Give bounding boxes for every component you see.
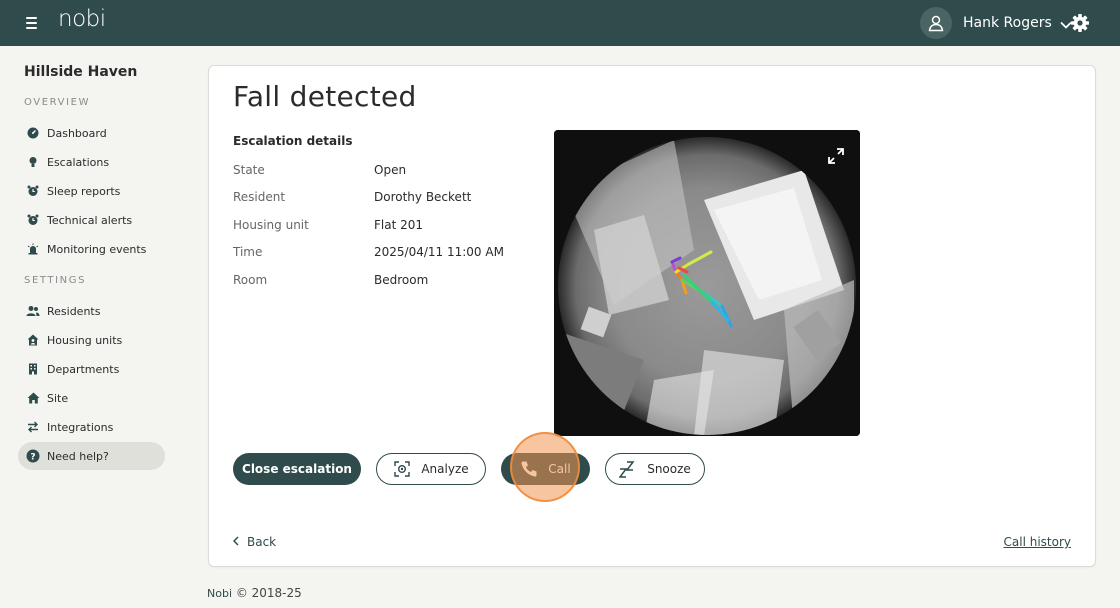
sidebar-item-residents[interactable]: Residents <box>18 297 165 325</box>
footer: Nobi © 2018-25 <box>207 586 302 600</box>
sidebar-item-label: Integrations <box>47 420 114 434</box>
sidebar: Hillside Haven OVERVIEW Dashboard Escala… <box>0 46 185 608</box>
analyze-button[interactable]: Analyze <box>376 453 486 485</box>
app-logo[interactable]: nobi <box>58 6 106 32</box>
sidebar-item-sleep-reports[interactable]: Sleep reports <box>18 177 165 205</box>
snooze-label: Snooze <box>647 462 691 476</box>
hamburger-menu-icon[interactable] <box>24 14 40 32</box>
sidebar-item-monitoring-events[interactable]: Monitoring events <box>18 235 165 263</box>
sidebar-item-label: Escalations <box>47 155 110 169</box>
settings-section-label: SETTINGS <box>24 275 87 286</box>
sidebar-item-label: Need help? <box>47 449 109 463</box>
snooze-icon <box>619 460 637 478</box>
fisheye-image <box>554 130 860 436</box>
call-button[interactable]: Call <box>501 453 590 485</box>
user-menu[interactable]: Hank Rogers <box>920 7 1072 39</box>
home-icon <box>26 391 40 405</box>
swap-arrows-icon <box>26 420 40 434</box>
user-name: Hank Rogers <box>963 15 1052 31</box>
analyze-label: Analyze <box>421 462 469 476</box>
close-escalation-button[interactable]: Close escalation <box>233 453 361 485</box>
sidebar-item-label: Monitoring events <box>47 242 147 256</box>
sidebar-item-label: Sleep reports <box>47 184 121 198</box>
scan-icon <box>393 460 411 478</box>
details-heading: Escalation details <box>233 134 353 148</box>
alarm-icon <box>26 242 40 256</box>
call-label: Call <box>548 462 571 476</box>
sidebar-item-label: Technical alerts <box>47 213 133 227</box>
top-bar: nobi Hank Rogers <box>0 0 1120 46</box>
sidebar-item-need-help[interactable]: ? Need help? <box>18 442 165 470</box>
sidebar-item-label: Departments <box>47 362 120 376</box>
user-avatar-icon <box>920 7 952 39</box>
sidebar-item-escalations[interactable]: Escalations <box>18 148 165 176</box>
sidebar-item-label: Dashboard <box>47 126 107 140</box>
page-title: Fall detected <box>233 80 417 113</box>
detail-value: Bedroom <box>374 273 429 287</box>
building-icon <box>26 362 40 376</box>
sidebar-item-site[interactable]: Site <box>18 384 165 412</box>
sidebar-item-departments[interactable]: Departments <box>18 355 165 383</box>
sidebar-item-label: Housing units <box>47 333 123 347</box>
gear-icon[interactable] <box>1070 13 1090 33</box>
snooze-button[interactable]: Snooze <box>605 453 705 485</box>
bulb-icon <box>26 155 40 169</box>
detail-key: Time <box>233 245 263 259</box>
alarm-clock-icon <box>26 213 40 227</box>
sidebar-item-label: Residents <box>47 304 101 318</box>
detail-key: Room <box>233 273 268 287</box>
detail-key: Resident <box>233 190 286 204</box>
site-name: Hillside Haven <box>24 64 138 80</box>
overview-section-label: OVERVIEW <box>24 97 91 108</box>
footer-copyright: © 2018-25 <box>235 586 302 600</box>
detail-value: Flat 201 <box>374 218 424 232</box>
back-link[interactable]: Back <box>232 535 277 549</box>
sidebar-item-technical-alerts[interactable]: Technical alerts <box>18 206 165 234</box>
detail-key: Housing unit <box>233 218 309 232</box>
detail-value: 2025/04/11 11:00 AM <box>374 245 504 259</box>
alarm-clock-icon <box>26 184 40 198</box>
detail-value: Dorothy Beckett <box>374 190 472 204</box>
close-escalation-label: Close escalation <box>242 462 352 476</box>
help-icon: ? <box>26 449 40 463</box>
sidebar-item-integrations[interactable]: Integrations <box>18 413 165 441</box>
detail-key: State <box>233 163 265 177</box>
house-user-icon <box>26 333 40 347</box>
chevron-left-icon <box>232 535 239 549</box>
svg-text:?: ? <box>30 452 35 462</box>
detail-value: Open <box>374 163 407 177</box>
people-icon <box>26 304 40 318</box>
dashboard-icon <box>26 126 40 140</box>
escalation-card: Fall detected Escalation details State O… <box>208 65 1096 567</box>
footer-brand[interactable]: Nobi <box>207 587 232 600</box>
expand-icon[interactable] <box>828 148 844 164</box>
phone-icon <box>520 460 538 478</box>
camera-snapshot[interactable] <box>554 130 860 436</box>
call-history-link[interactable]: Call history <box>1004 535 1072 549</box>
sidebar-item-label: Site <box>47 391 69 405</box>
sidebar-item-dashboard[interactable]: Dashboard <box>18 119 165 147</box>
back-label: Back <box>247 535 277 549</box>
sidebar-item-housing-units[interactable]: Housing units <box>18 326 165 354</box>
